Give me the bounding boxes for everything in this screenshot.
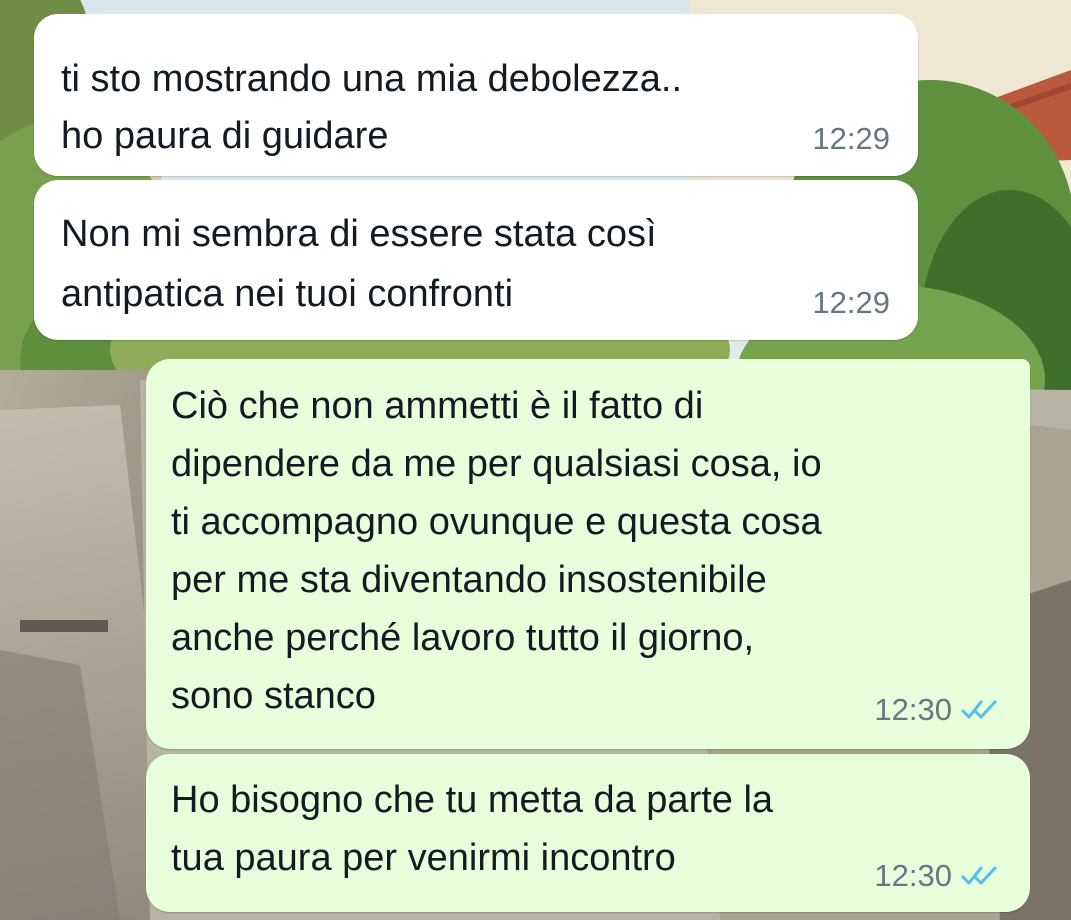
message-meta: 12:30 — [874, 693, 1000, 727]
message-line: sono stanco — [171, 675, 376, 717]
message-line: Ho bisogno che tu metta da parte la — [171, 779, 774, 821]
message-line: antipatica nei tuoi confronti — [61, 273, 514, 315]
message-text: Non mi sembra di essere stata così antip… — [61, 204, 657, 324]
message-text: Ciò che non ammetti è il fatto di dipend… — [171, 377, 822, 725]
incoming-message[interactable]: Non mi sembra di essere stata così antip… — [34, 180, 918, 340]
message-time: 12:29 — [812, 121, 890, 156]
message-line: anche perché lavoro tutto il giorno, — [171, 617, 755, 659]
message-time: 12:29 — [812, 285, 890, 320]
message-line: ho paura di guidare — [61, 115, 389, 157]
message-text: Ho bisogno che tu metta da parte la tua … — [171, 771, 773, 887]
message-meta: 12:30 — [874, 859, 1000, 893]
message-line: per me sta diventando insostenibile — [171, 559, 767, 601]
message-line: Non mi sembra di essere stata così — [61, 213, 657, 255]
incoming-message[interactable]: ti sto mostrando una mia debolezza.. ho … — [34, 14, 918, 176]
message-line: ti sto mostrando una mia debolezza.. — [61, 58, 683, 100]
message-line: ti accompagno ovunque e questa cosa — [171, 501, 822, 543]
message-line: tua paura per venirmi incontro — [171, 837, 676, 879]
message-line: Ciò che non ammetti è il fatto di — [171, 385, 704, 427]
message-meta: 12:29 — [812, 286, 890, 320]
outgoing-message[interactable]: Ciò che non ammetti è il fatto di dipend… — [146, 359, 1030, 749]
message-time: 12:30 — [874, 692, 952, 727]
message-line: dipendere da me per qualsiasi cosa, io — [171, 443, 822, 485]
outgoing-message[interactable]: Ho bisogno che tu metta da parte la tua … — [146, 754, 1030, 912]
message-time: 12:30 — [874, 858, 952, 893]
message-meta: 12:29 — [812, 122, 890, 156]
double-check-icon — [961, 864, 1000, 888]
message-text: ti sto mostrando una mia debolezza.. ho … — [61, 51, 682, 165]
double-check-icon — [961, 698, 1000, 722]
